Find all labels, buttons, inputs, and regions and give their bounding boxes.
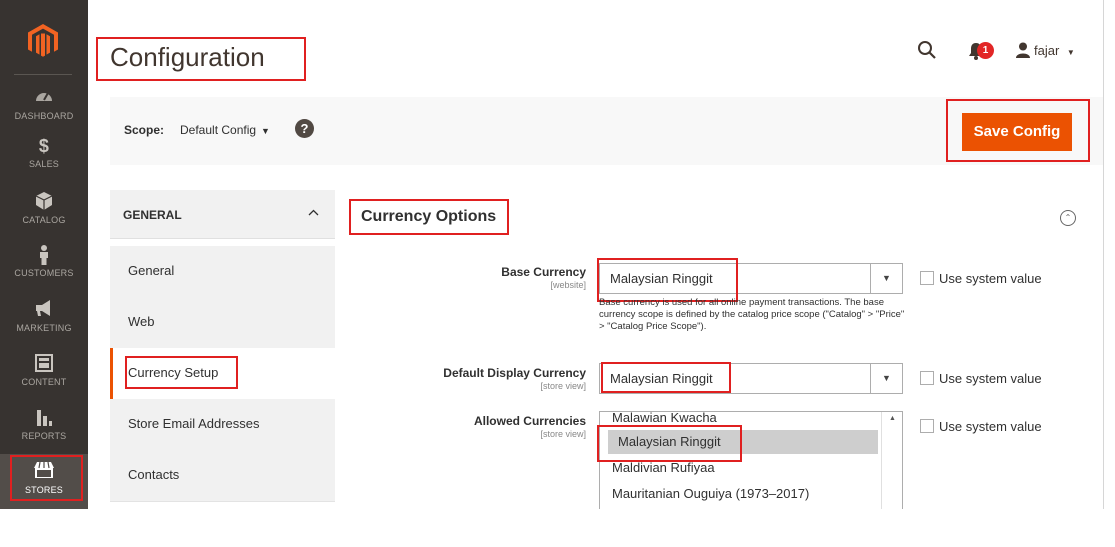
person-icon bbox=[0, 245, 88, 265]
chevron-down-icon: ▼ bbox=[870, 264, 902, 293]
scrollbar[interactable]: ▲ bbox=[881, 412, 902, 509]
field-label: Allowed Currencies bbox=[473, 414, 586, 428]
option-label: Mauritanian Ouguiya (1973–2017) bbox=[612, 486, 810, 501]
base-currency-label: Base Currency [website] bbox=[326, 265, 586, 290]
scroll-up-icon[interactable]: ▲ bbox=[889, 415, 896, 422]
nav-catalog[interactable]: CATALOG bbox=[0, 192, 88, 225]
dollar-icon: $ bbox=[38, 136, 50, 156]
nav-label: MARKETING bbox=[16, 323, 72, 333]
highlight-section-title bbox=[349, 199, 509, 235]
tab-store-email-addresses[interactable]: Store Email Addresses bbox=[110, 399, 335, 451]
field-label: Default Display Currency bbox=[443, 366, 586, 380]
nav-dashboard[interactable]: DASHBOARD bbox=[0, 88, 88, 121]
admin-window: DASHBOARD $ SALES CATALOG CUSTOMERS MARK… bbox=[0, 0, 1103, 509]
highlight-stores bbox=[10, 455, 83, 501]
tab-label: Contacts bbox=[128, 467, 180, 482]
nav-label: REPORTS bbox=[21, 431, 67, 441]
logo-divider bbox=[14, 74, 72, 75]
nav-label: CATALOG bbox=[22, 215, 66, 225]
highlight-base-currency bbox=[597, 258, 738, 302]
default-display-currency-label: Default Display Currency [store view] bbox=[326, 366, 586, 391]
base-currency-note: Base currency is used for all online pay… bbox=[599, 297, 905, 332]
checkbox-label: Use system value bbox=[939, 419, 1042, 434]
tab-label: Web bbox=[128, 314, 155, 329]
nav-customers[interactable]: CUSTOMERS bbox=[0, 245, 88, 278]
nav-sales[interactable]: $ SALES bbox=[0, 136, 88, 169]
nav-content[interactable]: CONTENT bbox=[0, 354, 88, 387]
highlight-allowed-ringgit bbox=[597, 425, 742, 462]
bar-chart-icon bbox=[0, 408, 88, 428]
config-tabs: GENERAL General Web Currency Setup Store… bbox=[110, 190, 335, 509]
nav-label: DASHBOARD bbox=[14, 111, 74, 121]
scope-label: Scope: bbox=[124, 123, 165, 137]
nav-label: CONTENT bbox=[21, 377, 67, 387]
scope-value: Default Config bbox=[180, 123, 257, 137]
chevron-up-icon bbox=[308, 204, 319, 219]
field-scope: [website] bbox=[550, 280, 586, 290]
user-name: fajar bbox=[1034, 43, 1060, 58]
chevron-down-icon: ▼ bbox=[261, 126, 270, 136]
checkbox[interactable] bbox=[920, 271, 934, 285]
highlight-currency-setup bbox=[125, 356, 238, 389]
tab-group-general[interactable]: GENERAL bbox=[110, 190, 335, 239]
tab-general[interactable]: General bbox=[110, 246, 335, 298]
option-label: Malawian Kwacha bbox=[612, 411, 717, 425]
admin-sidebar: DASHBOARD $ SALES CATALOG CUSTOMERS MARK… bbox=[0, 0, 88, 509]
speedometer-icon bbox=[0, 88, 88, 108]
nav-label: SALES bbox=[28, 159, 60, 169]
checkbox-label: Use system value bbox=[939, 371, 1042, 386]
currency-option[interactable]: Mauritanian Ouguiya (1973–2017) bbox=[600, 482, 880, 506]
highlight-save bbox=[946, 99, 1090, 162]
tab-contacts[interactable]: Contacts bbox=[110, 450, 335, 502]
checkbox[interactable] bbox=[920, 419, 934, 433]
checkbox[interactable] bbox=[920, 371, 934, 385]
base-currency-use-system[interactable]: Use system value bbox=[920, 271, 1042, 286]
search-icon[interactable] bbox=[917, 40, 937, 65]
nav-label: CUSTOMERS bbox=[14, 268, 74, 278]
box-icon bbox=[0, 192, 88, 212]
chevron-down-icon: ▼ bbox=[1066, 48, 1075, 57]
megaphone-icon bbox=[0, 300, 88, 320]
help-icon[interactable]: ? bbox=[295, 119, 314, 138]
field-label: Base Currency bbox=[501, 265, 586, 279]
user-icon bbox=[1016, 42, 1034, 58]
magento-logo[interactable] bbox=[28, 24, 58, 58]
highlight-title bbox=[96, 37, 306, 81]
tab-label: Store Email Addresses bbox=[128, 416, 260, 431]
collapse-icon[interactable]: ⌃ bbox=[1060, 210, 1076, 226]
option-label: Maldivian Rufiyaa bbox=[612, 460, 715, 475]
tab-group-label: GENERAL bbox=[123, 208, 182, 222]
display-currency-use-system[interactable]: Use system value bbox=[920, 371, 1042, 386]
layout-icon bbox=[0, 354, 88, 374]
field-scope: [store view] bbox=[540, 381, 586, 391]
scope-switcher[interactable]: Default Config ▼ bbox=[180, 123, 270, 137]
highlight-display-currency bbox=[601, 362, 731, 393]
field-scope: [store view] bbox=[540, 429, 586, 439]
user-menu[interactable]: fajar ▼ bbox=[1016, 42, 1075, 58]
tab-web[interactable]: Web bbox=[110, 297, 335, 349]
chevron-down-icon: ▼ bbox=[870, 364, 902, 393]
allowed-currencies-label: Allowed Currencies [store view] bbox=[326, 414, 586, 439]
nav-reports[interactable]: REPORTS bbox=[0, 408, 88, 441]
allowed-currencies-use-system[interactable]: Use system value bbox=[920, 419, 1042, 434]
tab-label: General bbox=[128, 263, 175, 278]
frame-edge bbox=[1103, 0, 1104, 509]
nav-marketing[interactable]: MARKETING bbox=[0, 300, 88, 333]
notification-badge[interactable]: 1 bbox=[977, 42, 994, 59]
checkbox-label: Use system value bbox=[939, 271, 1042, 286]
